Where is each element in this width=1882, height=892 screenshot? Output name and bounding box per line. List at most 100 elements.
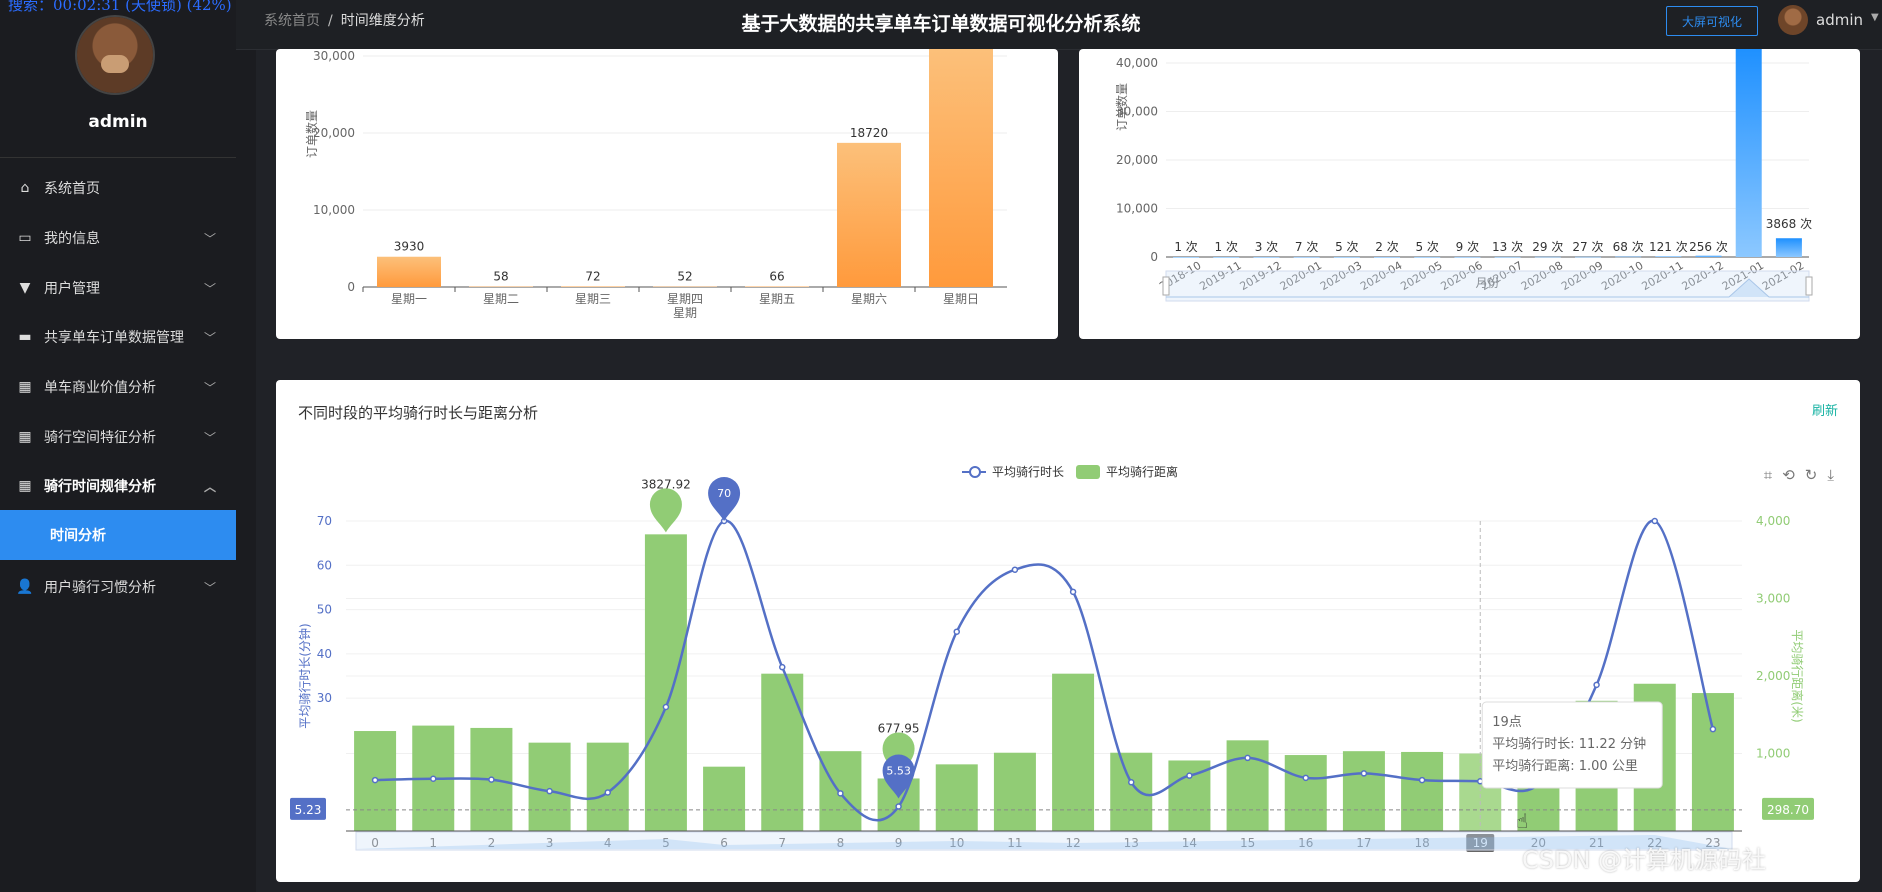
tooltip-line2: 平均骑行距离: 1.00 公里 (1492, 758, 1638, 774)
bar (929, 48, 993, 287)
legend-duration[interactable]: 平均骑行时长 (992, 463, 1064, 480)
zoom-area-icon[interactable]: ⌗ (1764, 466, 1772, 484)
header: 系统首页 / 时间维度分析 基于大数据的共享单车订单数据可视化分析系统 大屏可视化 … (236, 0, 1882, 50)
line-point (1360, 770, 1368, 777)
bar-value-label: 1 次 (1174, 240, 1197, 254)
sidebar-subitem-time[interactable]: 时间分析 (0, 510, 236, 560)
sidebar-item-label: 共享单车订单数据管理 (44, 330, 184, 346)
bar (561, 286, 625, 287)
datazoom-handle-left (1162, 276, 1170, 296)
markpoint-max-distance-label: 3827.92 (641, 477, 691, 491)
download-icon[interactable]: ⤓ (1827, 466, 1834, 484)
sidebar-item-label: 单车商业价值分析 (44, 380, 156, 396)
avatar[interactable] (77, 17, 153, 93)
datazoom-handle-right (1805, 276, 1813, 296)
sidebar-item-user-manage[interactable]: ▼ 用户管理 ﹀ (0, 264, 236, 312)
bar-value-label: 68 次 (1613, 240, 1644, 254)
x-tick-label: 星期五 (759, 292, 795, 306)
bar-value-label: 7 次 (1295, 240, 1318, 254)
bigscreen-button[interactable]: 大屏可视化 (1666, 6, 1758, 36)
sidebar-divider (0, 157, 236, 158)
bar (1534, 256, 1561, 258)
sidebar-item-home[interactable]: ⌂ 系统首页 (0, 164, 236, 212)
line-point (895, 803, 902, 810)
chevron-down-icon: ﹀ (203, 281, 216, 296)
bar (1293, 256, 1320, 258)
sidebar-item-order-manage[interactable]: ▬ 共享单车订单数据管理 ﹀ (0, 313, 236, 361)
sidebar-item-label: 骑行空间特征分析 (44, 430, 156, 446)
tooltip-title: 19点 (1492, 715, 1522, 730)
bar-value-label: 3 次 (1255, 240, 1278, 254)
bar (1173, 256, 1200, 258)
sidebar: 搜索：00:02:31 (天使锁) (42%) admin ⌂ 系统首页 ▭ 我… (0, 0, 236, 892)
line-point (1069, 588, 1077, 596)
y-axis-label: 订单数量 (1114, 83, 1129, 131)
sidebar-item-habit-analysis[interactable]: 👤 用户骑行习惯分析 ﹀ (0, 563, 236, 611)
bar (761, 673, 804, 831)
header-username[interactable]: admin (1816, 11, 1863, 29)
bar (745, 286, 809, 287)
grid-icon: ▦ (18, 478, 32, 494)
header-avatar[interactable] (1778, 5, 1808, 35)
line-point (1418, 776, 1426, 784)
line-point (953, 628, 960, 635)
bar (1374, 256, 1401, 258)
refresh-button[interactable]: 刷新 (1812, 400, 1838, 419)
line-point (488, 776, 495, 783)
sidebar-item-space-analysis[interactable]: ▦ 骑行空间特征分析 ﹀ (0, 413, 236, 461)
y-axis-label: 订单数量 (304, 110, 319, 158)
bar (1226, 740, 1269, 831)
markpoint-max-duration-label: 70 (717, 487, 731, 500)
zoom-reset-icon[interactable]: ⟲ (1782, 466, 1795, 484)
legend-line-marker[interactable] (962, 465, 986, 478)
line-point (1128, 779, 1135, 786)
line-point (430, 775, 437, 782)
line-point (371, 776, 379, 784)
bar-value-label: 5 次 (1335, 240, 1358, 254)
sidebar-subitem-label: 时间分析 (50, 528, 106, 544)
sidebar-item-label: 用户管理 (44, 281, 100, 297)
chevron-down-icon: ﹀ (203, 380, 216, 395)
chevron-up-icon: ︿ (203, 479, 216, 494)
bar (1414, 256, 1441, 258)
content-gutter (236, 49, 256, 892)
y-right-axis-label: 平均骑行距离(米) (1790, 629, 1805, 722)
bar (1695, 255, 1722, 257)
bar (1342, 751, 1385, 831)
sidebar-item-label: 骑行时间规律分析 (44, 479, 156, 495)
bar-value-label: 5 次 (1415, 240, 1438, 254)
chevron-down-icon: ﹀ (203, 430, 216, 445)
sidebar-item-business-value[interactable]: ▦ 单车商业价值分析 ﹀ (0, 363, 236, 411)
legend-distance[interactable]: 平均骑行距离 (1106, 463, 1178, 480)
y-right-tick-label: 1,000 (1756, 747, 1790, 761)
weekday-chart-card: 0 10,000 20,000 30,000 订单数量 3930 星期一 58 星期二 72 星期三… (276, 48, 1058, 339)
bar (1052, 673, 1095, 831)
line-point (1011, 566, 1019, 573)
bar-value-label: 13 次 (1492, 240, 1523, 254)
user-icon: 👤 (16, 579, 34, 595)
markline-right-label: 298.70 (1767, 803, 1809, 817)
y-left-tick-label: 40 (317, 647, 332, 661)
hand-cursor-icon: ☝ (1516, 809, 1528, 833)
bar (644, 534, 687, 831)
page-title: 基于大数据的共享单车订单数据可视化分析系统 (741, 13, 1141, 35)
sidebar-item-time-analysis[interactable]: ▦ 骑行时间规律分析 ︿ (0, 462, 236, 510)
legend-bar-marker[interactable] (1076, 464, 1101, 479)
bar-value-label: 52 (677, 270, 692, 284)
tooltip-line1: 平均骑行时长: 11.22 分钟 (1492, 736, 1646, 752)
x-tick-label: 星期日 (943, 292, 979, 306)
line-point (662, 703, 670, 711)
y-tick-label: 10,000 (1116, 202, 1158, 216)
y-right-tick-label: 3,000 (1756, 592, 1790, 606)
sidebar-item-my-info[interactable]: ▭ 我的信息 ﹀ (0, 214, 236, 262)
line-point (604, 789, 611, 796)
y-left-tick-label: 50 (317, 603, 332, 617)
y-tick-label: 20,000 (1116, 153, 1158, 167)
chart-title: 不同时段的平均骑行时长与距离分析 (298, 404, 539, 422)
restore-icon[interactable]: ↻ (1805, 466, 1818, 484)
weekday-chart: 0 10,000 20,000 30,000 订单数量 3930 星期一 58 星期二 72 星期三… (304, 48, 1007, 320)
bar-value-label: 3868 次 (1766, 217, 1812, 231)
caret-down-icon[interactable]: ▼ (1871, 12, 1879, 23)
y-tick-label: 30,000 (313, 49, 355, 63)
user-manage-icon: ▼ (19, 280, 31, 296)
